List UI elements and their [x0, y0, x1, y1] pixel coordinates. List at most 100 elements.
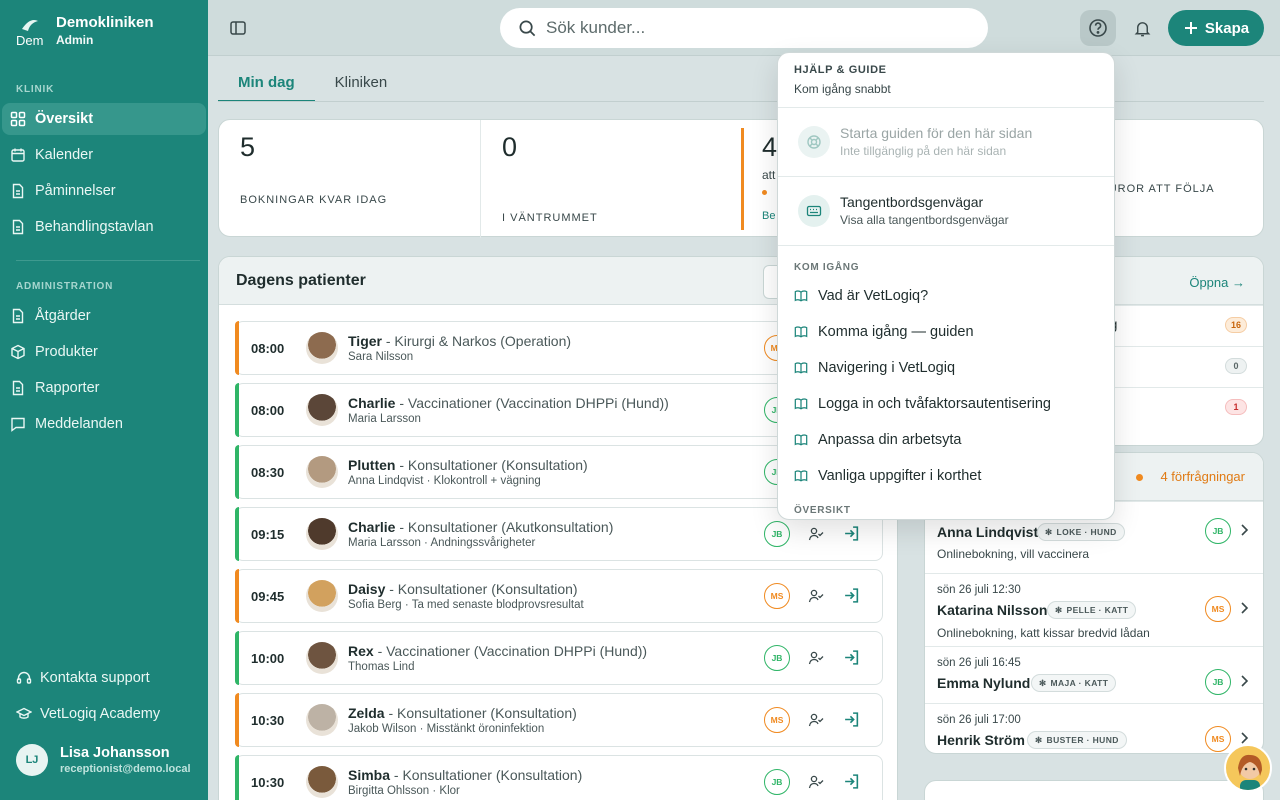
staff-badge[interactable]: JB: [764, 769, 790, 795]
stat-link[interactable]: Be: [762, 210, 775, 222]
sidebar-item-meddelanden[interactable]: Meddelanden: [2, 408, 206, 440]
help-link[interactable]: Navigering i VetLogiq: [794, 360, 955, 376]
clinic-name: Demokliniken: [56, 14, 154, 31]
assistant-avatar[interactable]: [1224, 744, 1272, 792]
request-item[interactable]: sön 26 juli 12:30 Katarina Nilsson ✻ PELLE …: [925, 573, 1263, 646]
help-button[interactable]: [1080, 10, 1116, 46]
staff-badge[interactable]: JB: [1205, 518, 1231, 544]
procedure: - Konsultationer (Akutkonsultation): [395, 519, 614, 535]
owner-name: Emma Nylund: [937, 675, 1031, 691]
paw-icon: ✻: [1035, 734, 1043, 745]
patient-row[interactable]: 09:45 Daisy - Konsultationer (Konsultati…: [235, 569, 883, 623]
staff-badge[interactable]: JB: [1205, 669, 1231, 695]
help-icon: [1089, 19, 1107, 37]
create-button[interactable]: Skapa: [1168, 10, 1264, 46]
assign-user-icon[interactable]: [808, 774, 824, 790]
staff-badge[interactable]: JB: [764, 645, 790, 671]
tab-kliniken[interactable]: Kliniken: [315, 64, 408, 102]
appointment-time: 08:00: [251, 340, 285, 356]
procedure: - Konsultationer (Konsultation): [395, 457, 588, 473]
assign-user-icon[interactable]: [808, 526, 824, 542]
check-in-icon[interactable]: [843, 587, 860, 604]
keyboard-shortcuts-button[interactable]: Tangentbordsgenvägar Visa alla tangentbo…: [798, 194, 1009, 227]
open-link[interactable]: Öppna →: [1189, 275, 1245, 290]
staff-badge[interactable]: MS: [1205, 596, 1231, 622]
patient-row[interactable]: 10:30 Simba - Konsultationer (Konsultati…: [235, 755, 883, 800]
help-link[interactable]: Komma igång — guiden: [794, 324, 974, 340]
academy-label: VetLogiq Academy: [40, 706, 161, 722]
check-in-icon[interactable]: [843, 711, 860, 728]
stat-follow-ups[interactable]: TUROR ATT FÖLJA: [1089, 120, 1265, 238]
request-date: sön 26 juli 17:00: [937, 714, 1021, 726]
sidebar-item-kalender[interactable]: Kalender: [2, 139, 206, 171]
stat-bookings-left[interactable]: 5 BOKNINGAR KVAR IDAG: [219, 120, 481, 238]
sidebar-item-behandlingstavlan[interactable]: Behandlingstavlan: [2, 211, 206, 243]
patient-info: Charlie - Konsultationer (Akutkonsultati…: [348, 519, 613, 549]
avatar: LJ: [16, 744, 48, 776]
help-link[interactable]: Vanliga uppgifter i korthet: [794, 468, 981, 484]
contact-support-link[interactable]: Kontakta support: [16, 670, 150, 686]
pet-name: Charlie: [348, 395, 396, 411]
pet-avatar: [306, 332, 338, 364]
chevron-right-icon[interactable]: [1239, 523, 1249, 537]
assign-user-icon[interactable]: [808, 588, 824, 604]
procedure: - Konsultationer (Konsultation): [390, 767, 583, 783]
start-guide-button[interactable]: Starta guiden för den här sidan Inte til…: [798, 125, 1032, 158]
divider: [778, 107, 1114, 108]
check-in-icon[interactable]: [843, 649, 860, 666]
stat-attention[interactable]: 4 att Be: [741, 128, 777, 230]
check-in-icon[interactable]: [843, 525, 860, 542]
procedure: - Konsultationer (Konsultation): [384, 705, 577, 721]
owner-info: Jakob Wilson · Misstänkt öroninfektion: [348, 723, 545, 735]
patient-info: Charlie - Vaccinationer (Vaccination DHP…: [348, 395, 669, 425]
pet-avatar: [306, 456, 338, 488]
help-link[interactable]: Logga in och tvåfaktorsautentisering: [794, 396, 1051, 412]
chevron-right-icon[interactable]: [1239, 601, 1249, 615]
paw-icon: ✻: [1055, 604, 1063, 615]
owner-info: Maria Larsson: [348, 413, 421, 425]
staff-badge[interactable]: JB: [764, 521, 790, 547]
academy-link[interactable]: VetLogiq Academy: [16, 706, 160, 722]
brand[interactable]: Dem Demokliniken Admin: [16, 14, 154, 48]
tab-min-dag[interactable]: Min dag: [218, 64, 315, 102]
staff-badge[interactable]: MS: [1205, 726, 1231, 752]
stat-waiting-room[interactable]: 0 I VÄNTRUMMET: [481, 120, 743, 238]
help-link-label: Vad är VetLogiq?: [818, 288, 929, 304]
toggle-sidebar-button[interactable]: [220, 10, 256, 46]
sidebar-item-label: Kalender: [35, 147, 94, 163]
sidebar-item-produkter[interactable]: Produkter: [2, 336, 206, 368]
sidebar-item-label: Åtgärder: [35, 308, 91, 324]
help-link[interactable]: Anpassa din arbetsyta: [794, 432, 961, 448]
staff-badge[interactable]: MS: [764, 707, 790, 733]
help-link[interactable]: Vad är VetLogiq?: [794, 288, 928, 304]
count-badge: 0: [1225, 358, 1247, 374]
request-item[interactable]: sön 26 juli 16:45 Emma Nylund ✻ MAJA · KATT…: [925, 646, 1263, 703]
sidebar-item-rapporter[interactable]: Rapporter: [2, 372, 206, 404]
sidebar-item-label: Meddelanden: [35, 416, 123, 432]
user-profile[interactable]: LJ Lisa Johansson receptionist@demo.loca…: [16, 744, 191, 776]
check-in-icon[interactable]: [843, 773, 860, 790]
sidebar-item-atgarder[interactable]: Åtgärder: [2, 300, 206, 332]
assign-user-icon[interactable]: [808, 712, 824, 728]
sidebar-item-paminnelser[interactable]: Påminnelser: [2, 175, 206, 207]
patient-row[interactable]: 10:30 Zelda - Konsultationer (Konsultati…: [235, 693, 883, 747]
help-title: HJÄLP & GUIDE: [794, 64, 887, 76]
sidebar-item-label: Behandlingstavlan: [35, 219, 154, 235]
stat-label: TUROR ATT FÖLJA: [1101, 183, 1215, 195]
book-icon: [794, 290, 808, 302]
notifications-button[interactable]: [1124, 10, 1160, 46]
status-bar: [235, 445, 239, 499]
patient-row[interactable]: 10:00 Rex - Vaccinationer (Vaccination D…: [235, 631, 883, 685]
document-icon: [12, 308, 24, 324]
patient-info: Simba - Konsultationer (Konsultation) Bi…: [348, 767, 582, 797]
chevron-right-icon[interactable]: [1239, 731, 1249, 745]
request-item[interactable]: sön 26 juli 17:00 Henrik Ström ✻ BUSTER · H…: [925, 703, 1263, 753]
status-bar: [235, 755, 239, 800]
create-label: Skapa: [1204, 19, 1250, 37]
assign-user-icon[interactable]: [808, 650, 824, 666]
search-input[interactable]: Sök kunder...: [500, 8, 988, 48]
chevron-right-icon[interactable]: [1239, 674, 1249, 688]
sidebar-item-oversikt[interactable]: Översikt: [2, 103, 206, 135]
staff-badge[interactable]: MS: [764, 583, 790, 609]
requests-count[interactable]: 4 förfrågningar: [1160, 469, 1245, 484]
